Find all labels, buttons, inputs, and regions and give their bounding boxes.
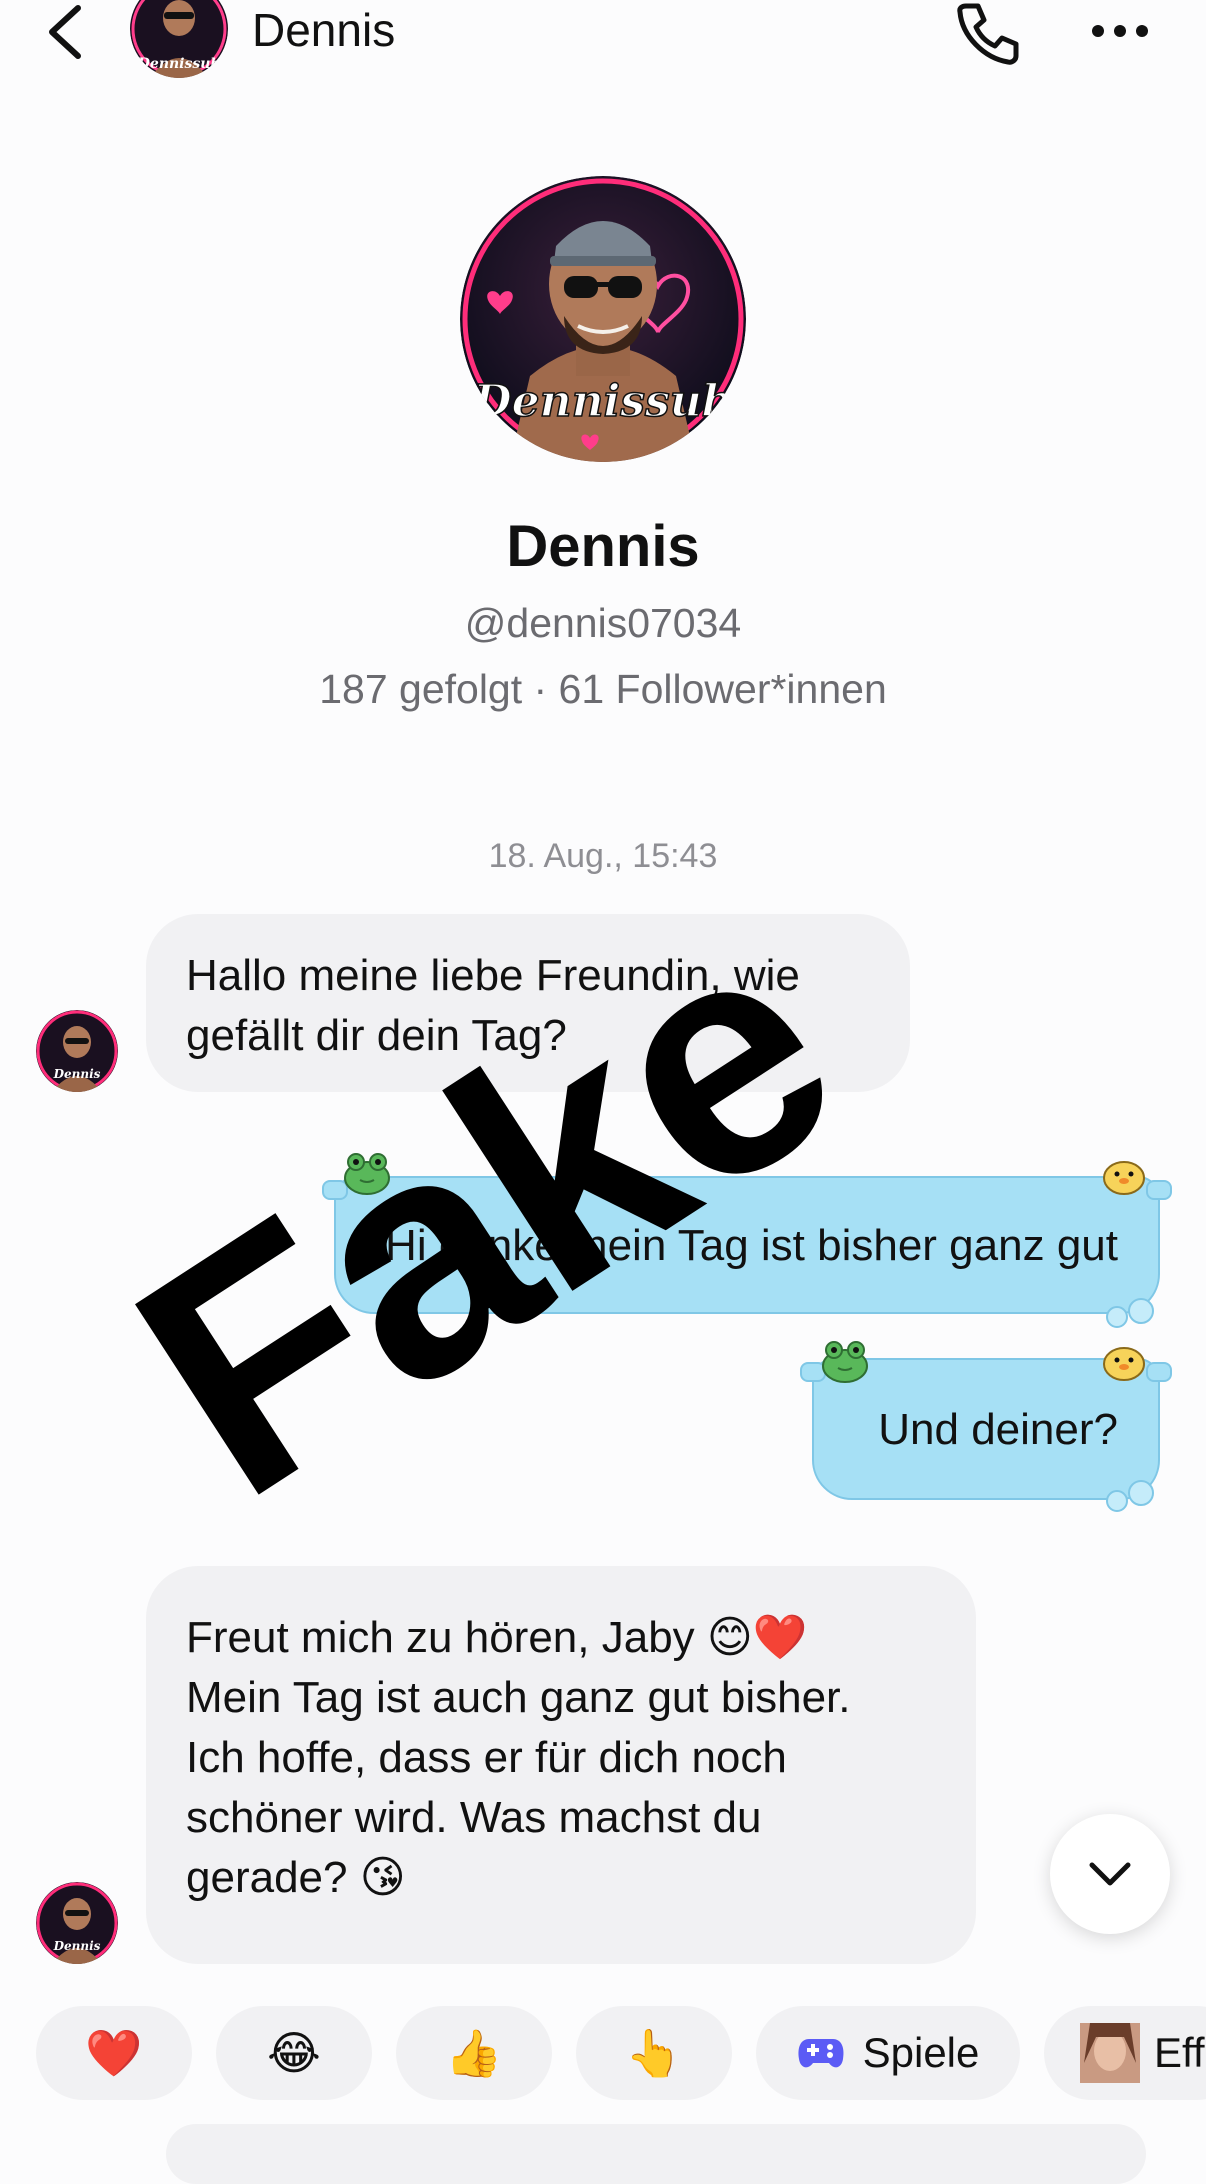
message-timestamp: 18. Aug., 15:43 <box>488 837 718 875</box>
games-button[interactable]: Spiele <box>756 2006 1020 2100</box>
svg-text:Dennis: Dennis <box>53 1067 101 1081</box>
avatar-brand-text: Dennissub <box>471 376 732 427</box>
profile-handle: @dennis07034 <box>464 600 742 646</box>
gamepad-icon <box>798 2039 844 2068</box>
message-line: gerade? 😘 <box>186 1853 406 1902</box>
effects-button[interactable]: Effe <box>1044 2006 1206 2100</box>
thumbs-up-icon: 👍 <box>445 2025 503 2080</box>
tears-of-joy-icon: 😂 <box>267 2026 321 2080</box>
effects-label: Effe <box>1154 2029 1206 2076</box>
svg-text:Dennis: Dennis <box>53 1939 101 1953</box>
header-avatar[interactable]: Dennissub <box>130 0 228 78</box>
quick-reaction-pointing[interactable]: 👆 <box>576 2006 732 2100</box>
bubble-decoration <box>1128 1298 1154 1324</box>
quick-reaction-laugh[interactable]: 😂 <box>216 2006 372 2100</box>
message-line: schöner wird. Was machst du <box>186 1793 762 1842</box>
bubble-decoration <box>1106 1306 1128 1328</box>
profile-stats: 187 gefolgt · 61 Follower*innen <box>319 666 887 712</box>
profile-avatar[interactable]: Dennissub <box>460 176 746 462</box>
frog-sticker-icon <box>822 1341 868 1383</box>
pointing-up-icon: 👆 <box>625 2025 683 2080</box>
heart-icon: ❤️ <box>85 2025 143 2080</box>
more-options-button[interactable] <box>1088 16 1152 46</box>
more-horizontal-icon <box>1092 25 1148 37</box>
bubble-decoration <box>1106 1490 1128 1512</box>
chevron-down-icon <box>1089 1862 1131 1886</box>
contact-avatar[interactable]: Dennis <box>36 1882 118 1964</box>
message-line: Freut mich zu hören, Jaby 😊❤️ <box>186 1613 808 1662</box>
bubble-decoration <box>1128 1480 1154 1506</box>
header-contact-name[interactable]: Dennis <box>252 2 395 58</box>
call-button[interactable] <box>952 0 1022 66</box>
effects-thumbnail <box>1080 2023 1140 2083</box>
svg-text:Dennissub: Dennissub <box>137 56 221 72</box>
games-label: Spiele <box>862 2029 980 2076</box>
message-input-bar[interactable] <box>166 2124 1146 2184</box>
duck-sticker-icon <box>1103 1347 1145 1381</box>
scroll-to-bottom-button[interactable] <box>1050 1814 1170 1934</box>
message-line: Mein Tag ist auch ganz gut bisher. <box>186 1673 851 1722</box>
chevron-left-icon <box>49 5 81 59</box>
contact-avatar[interactable]: Dennis <box>36 1010 118 1092</box>
quick-reaction-thumbs-up[interactable]: 👍 <box>396 2006 552 2100</box>
message-text: Und deiner? <box>878 1405 1118 1454</box>
phone-icon <box>957 3 1019 65</box>
back-button[interactable] <box>40 2 90 62</box>
duck-sticker-icon <box>1103 1161 1145 1195</box>
profile-name: Dennis <box>506 514 700 579</box>
message-line: Ich hoffe, dass er für dich noch <box>186 1733 787 1782</box>
incoming-message-bubble[interactable]: Freut mich zu hören, Jaby 😊❤️ Mein Tag i… <box>146 1566 976 1964</box>
quick-reaction-heart[interactable]: ❤️ <box>36 2006 192 2100</box>
